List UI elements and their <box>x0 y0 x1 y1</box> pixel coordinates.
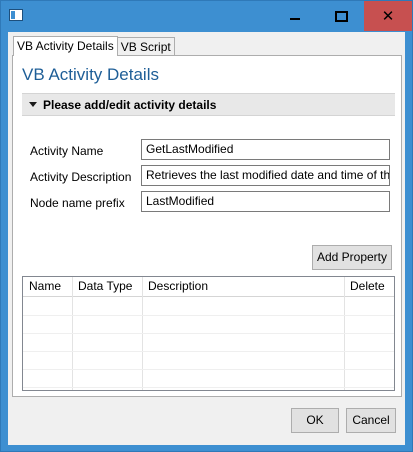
close-button[interactable]: ✕ <box>364 1 412 31</box>
tab-vb-activity-details[interactable]: VB Activity Details <box>13 36 118 56</box>
ok-button[interactable]: OK <box>291 408 339 433</box>
close-icon: ✕ <box>381 7 395 25</box>
tab-vb-script[interactable]: VB Script <box>116 37 175 55</box>
title-bar[interactable]: ✕ <box>1 1 412 32</box>
tab-strip: VB Activity Details VB Script <box>13 36 175 56</box>
app-window-icon[interactable] <box>9 9 23 21</box>
minimize-button[interactable] <box>272 1 318 31</box>
section-label: Please add/edit activity details <box>43 98 217 112</box>
dialog-client-area: VB Activity Details VB Script VB Activit… <box>8 32 405 445</box>
row-divider <box>23 333 394 334</box>
collapse-arrow-icon[interactable] <box>29 102 37 107</box>
column-header-name[interactable]: Name <box>23 277 61 296</box>
activity-name-field[interactable]: GetLastModified <box>141 139 390 160</box>
activity-description-field[interactable]: Retrieves the last modified date and tim… <box>141 165 390 186</box>
column-header-description[interactable]: Description <box>142 277 208 296</box>
properties-grid[interactable]: Name Data Type Description Delete <box>22 276 395 391</box>
dialog-window: ✕ VB Activity Details VB Script VB Activ… <box>0 0 413 452</box>
row-divider <box>23 387 394 388</box>
row-divider <box>23 315 394 316</box>
maximize-button[interactable] <box>318 1 364 31</box>
maximize-icon <box>334 10 348 22</box>
section-header[interactable]: Please add/edit activity details <box>22 93 395 116</box>
grid-header: Name Data Type Description Delete <box>23 277 394 297</box>
panel-title: VB Activity Details <box>22 65 159 84</box>
minimize-icon <box>290 18 300 20</box>
node-name-prefix-field[interactable]: LastModified <box>141 191 390 212</box>
row-divider <box>23 369 394 370</box>
column-header-delete[interactable]: Delete <box>344 277 385 296</box>
cancel-button[interactable]: Cancel <box>346 408 396 433</box>
node-name-prefix-label: Node name prefix <box>30 196 125 210</box>
tab-panel: VB Activity Details Please add/edit acti… <box>12 55 402 397</box>
row-divider <box>23 351 394 352</box>
column-header-data-type[interactable]: Data Type <box>72 277 132 296</box>
activity-description-label: Activity Description <box>30 170 132 184</box>
add-property-button[interactable]: Add Property <box>312 245 392 270</box>
activity-name-label: Activity Name <box>30 144 104 158</box>
